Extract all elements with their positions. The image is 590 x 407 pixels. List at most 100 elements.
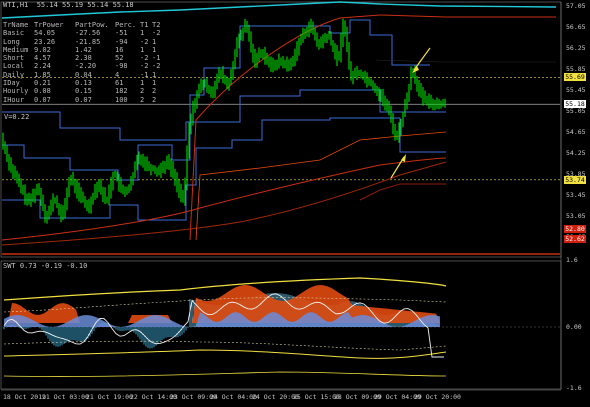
price-badge: 52.62 [564, 234, 586, 243]
price-badge: 55.69 [564, 73, 586, 82]
table-cell: 100 [115, 95, 128, 104]
table-cell: 0.04 [75, 70, 92, 79]
trend-power-table: TrName TrPower PartPow. Perc. T1 T2 Basi… [3, 21, 166, 104]
column-header: T1 [140, 21, 149, 29]
table-row: Local 2.24 -2.20 -98 -2 -2 [3, 62, 166, 70]
column-header: TrPower [34, 21, 64, 29]
orange-step-line [195, 131, 447, 241]
table-cell: Local [3, 62, 25, 71]
table-cell: -21.85 [75, 37, 101, 46]
v-value-label: V=0.22 [4, 113, 30, 121]
indicator-tick-label: 0.00 [566, 323, 582, 331]
time-tick-label: 24 Oct 04:00 [210, 393, 257, 401]
oscillator-panel [2, 277, 560, 377]
table-cell: 1 [140, 79, 145, 88]
table-cell: 4.57 [34, 54, 51, 63]
price-tick-label: 57.05 [566, 2, 586, 10]
table-cell: 1.42 [75, 45, 92, 54]
price-badge: 53.74 [564, 175, 586, 184]
table-cell: 1 [152, 79, 157, 88]
table-cell: 61 [115, 79, 124, 88]
table-row: Basic 54.05 -27.56 -51 1 -2 [3, 29, 166, 37]
table-cell: -2 [140, 62, 149, 71]
table-cell: 23.26 [34, 37, 56, 46]
column-header: TrName [3, 21, 29, 29]
table-header-row: TrName TrPower PartPow. Perc. T1 T2 [3, 21, 166, 29]
table-cell: 1 [140, 45, 145, 54]
table-cell: 1 [152, 70, 157, 79]
table-cell: -2.20 [75, 62, 97, 71]
table-cell: 0.07 [34, 95, 51, 104]
table-cell: 4 [115, 70, 120, 79]
red-trend-line [359, 183, 446, 201]
price-tick-label: 56.65 [566, 23, 586, 31]
chart-title: WTI,H1 55.14 55.19 55.14 55.18 [3, 1, 134, 9]
price-tick-label: 55.05 [566, 107, 586, 115]
indicator-title: SWT 0.73 -0.19 -0.10 [3, 262, 88, 270]
table-cell: 0.07 [75, 95, 92, 104]
table-cell: 9.02 [34, 45, 51, 54]
price-tick-label: 53.45 [566, 191, 586, 199]
table-cell: 2 [140, 87, 145, 96]
indicator-tick-label: 1.6 [566, 256, 578, 264]
table-cell: 2 [152, 87, 157, 96]
table-cell: 1 [152, 45, 157, 54]
table-row: IHour 0.07 0.07 100 2 2 [3, 96, 166, 104]
table-cell: 1 [152, 37, 157, 46]
table-cell: IHour [3, 95, 25, 104]
time-tick-label: 21 Oct 19:00 [86, 393, 133, 401]
time-tick-label: 21 Oct 03:00 [42, 393, 89, 401]
lower-envelope-dotted [3, 340, 447, 351]
table-cell: Basic [3, 29, 25, 38]
blue-step-line [2, 117, 446, 221]
indicator-tick-label: -1.6 [566, 384, 582, 392]
table-row: Medium 9.02 1.42 16 1 1 [3, 46, 166, 54]
table-cell: 182 [115, 87, 128, 96]
table-cell: 54.05 [34, 29, 56, 38]
table-cell: Hourly [3, 87, 29, 96]
table-cell: 2 [140, 95, 145, 104]
price-tick-label: 54.65 [566, 128, 586, 136]
table-cell: 2.38 [75, 54, 92, 63]
column-header: PartPow. [75, 21, 109, 29]
table-cell: Daily [3, 70, 25, 79]
guide-line [375, 59, 556, 63]
table-cell: -2 [140, 37, 149, 46]
table-cell: Short [3, 54, 25, 63]
table-cell: 16 [115, 45, 124, 54]
table-cell: 0.15 [75, 87, 92, 96]
price-tick-label: 53.05 [566, 212, 586, 220]
table-cell: -98 [115, 62, 128, 71]
time-tick-label: 29 Oct 20:00 [414, 393, 461, 401]
table-row: Daily 1.85 0.04 4 -1 1 [3, 71, 166, 79]
table-cell: -1 [140, 70, 149, 79]
price-tick-label: 54.25 [566, 149, 586, 157]
table-row: Hourly 0.08 0.15 182 2 2 [3, 87, 166, 95]
red-trend-line [189, 14, 556, 241]
outer-envelope [3, 371, 447, 377]
table-cell: 52 [115, 54, 124, 63]
lower-envelope [3, 349, 447, 359]
column-header: Perc. [115, 21, 137, 29]
table-row: IDay 0.21 0.13 61 1 1 [3, 79, 166, 87]
time-tick-label: 24 Oct 20:00 [252, 393, 299, 401]
time-tick-label: 18 Oct 2019 [3, 393, 47, 401]
table-cell: -27.56 [75, 29, 101, 38]
table-row: Short 4.57 2.38 52 -2 -1 [3, 54, 166, 62]
table-cell: 1 [140, 29, 145, 38]
table-cell: 0.21 [34, 79, 51, 88]
price-tick-label: 56.25 [566, 44, 586, 52]
down-arrow-shaft [413, 47, 431, 71]
red-trend-line [1, 157, 447, 241]
table-cell: -2 [152, 29, 161, 38]
table-cell: -94 [115, 37, 128, 46]
price-tick-label: 55.85 [566, 65, 586, 73]
table-cell: 0.08 [34, 87, 51, 96]
time-tick-label: 25 Oct 15:00 [293, 393, 340, 401]
table-cell: -2 [152, 62, 161, 71]
table-cell: -51 [115, 29, 128, 38]
table-cell: Medium [3, 45, 29, 54]
price-badge: 52.80 [564, 225, 586, 234]
price-badge: 55.18 [564, 100, 586, 109]
price-tick-label: 55.45 [566, 86, 586, 94]
